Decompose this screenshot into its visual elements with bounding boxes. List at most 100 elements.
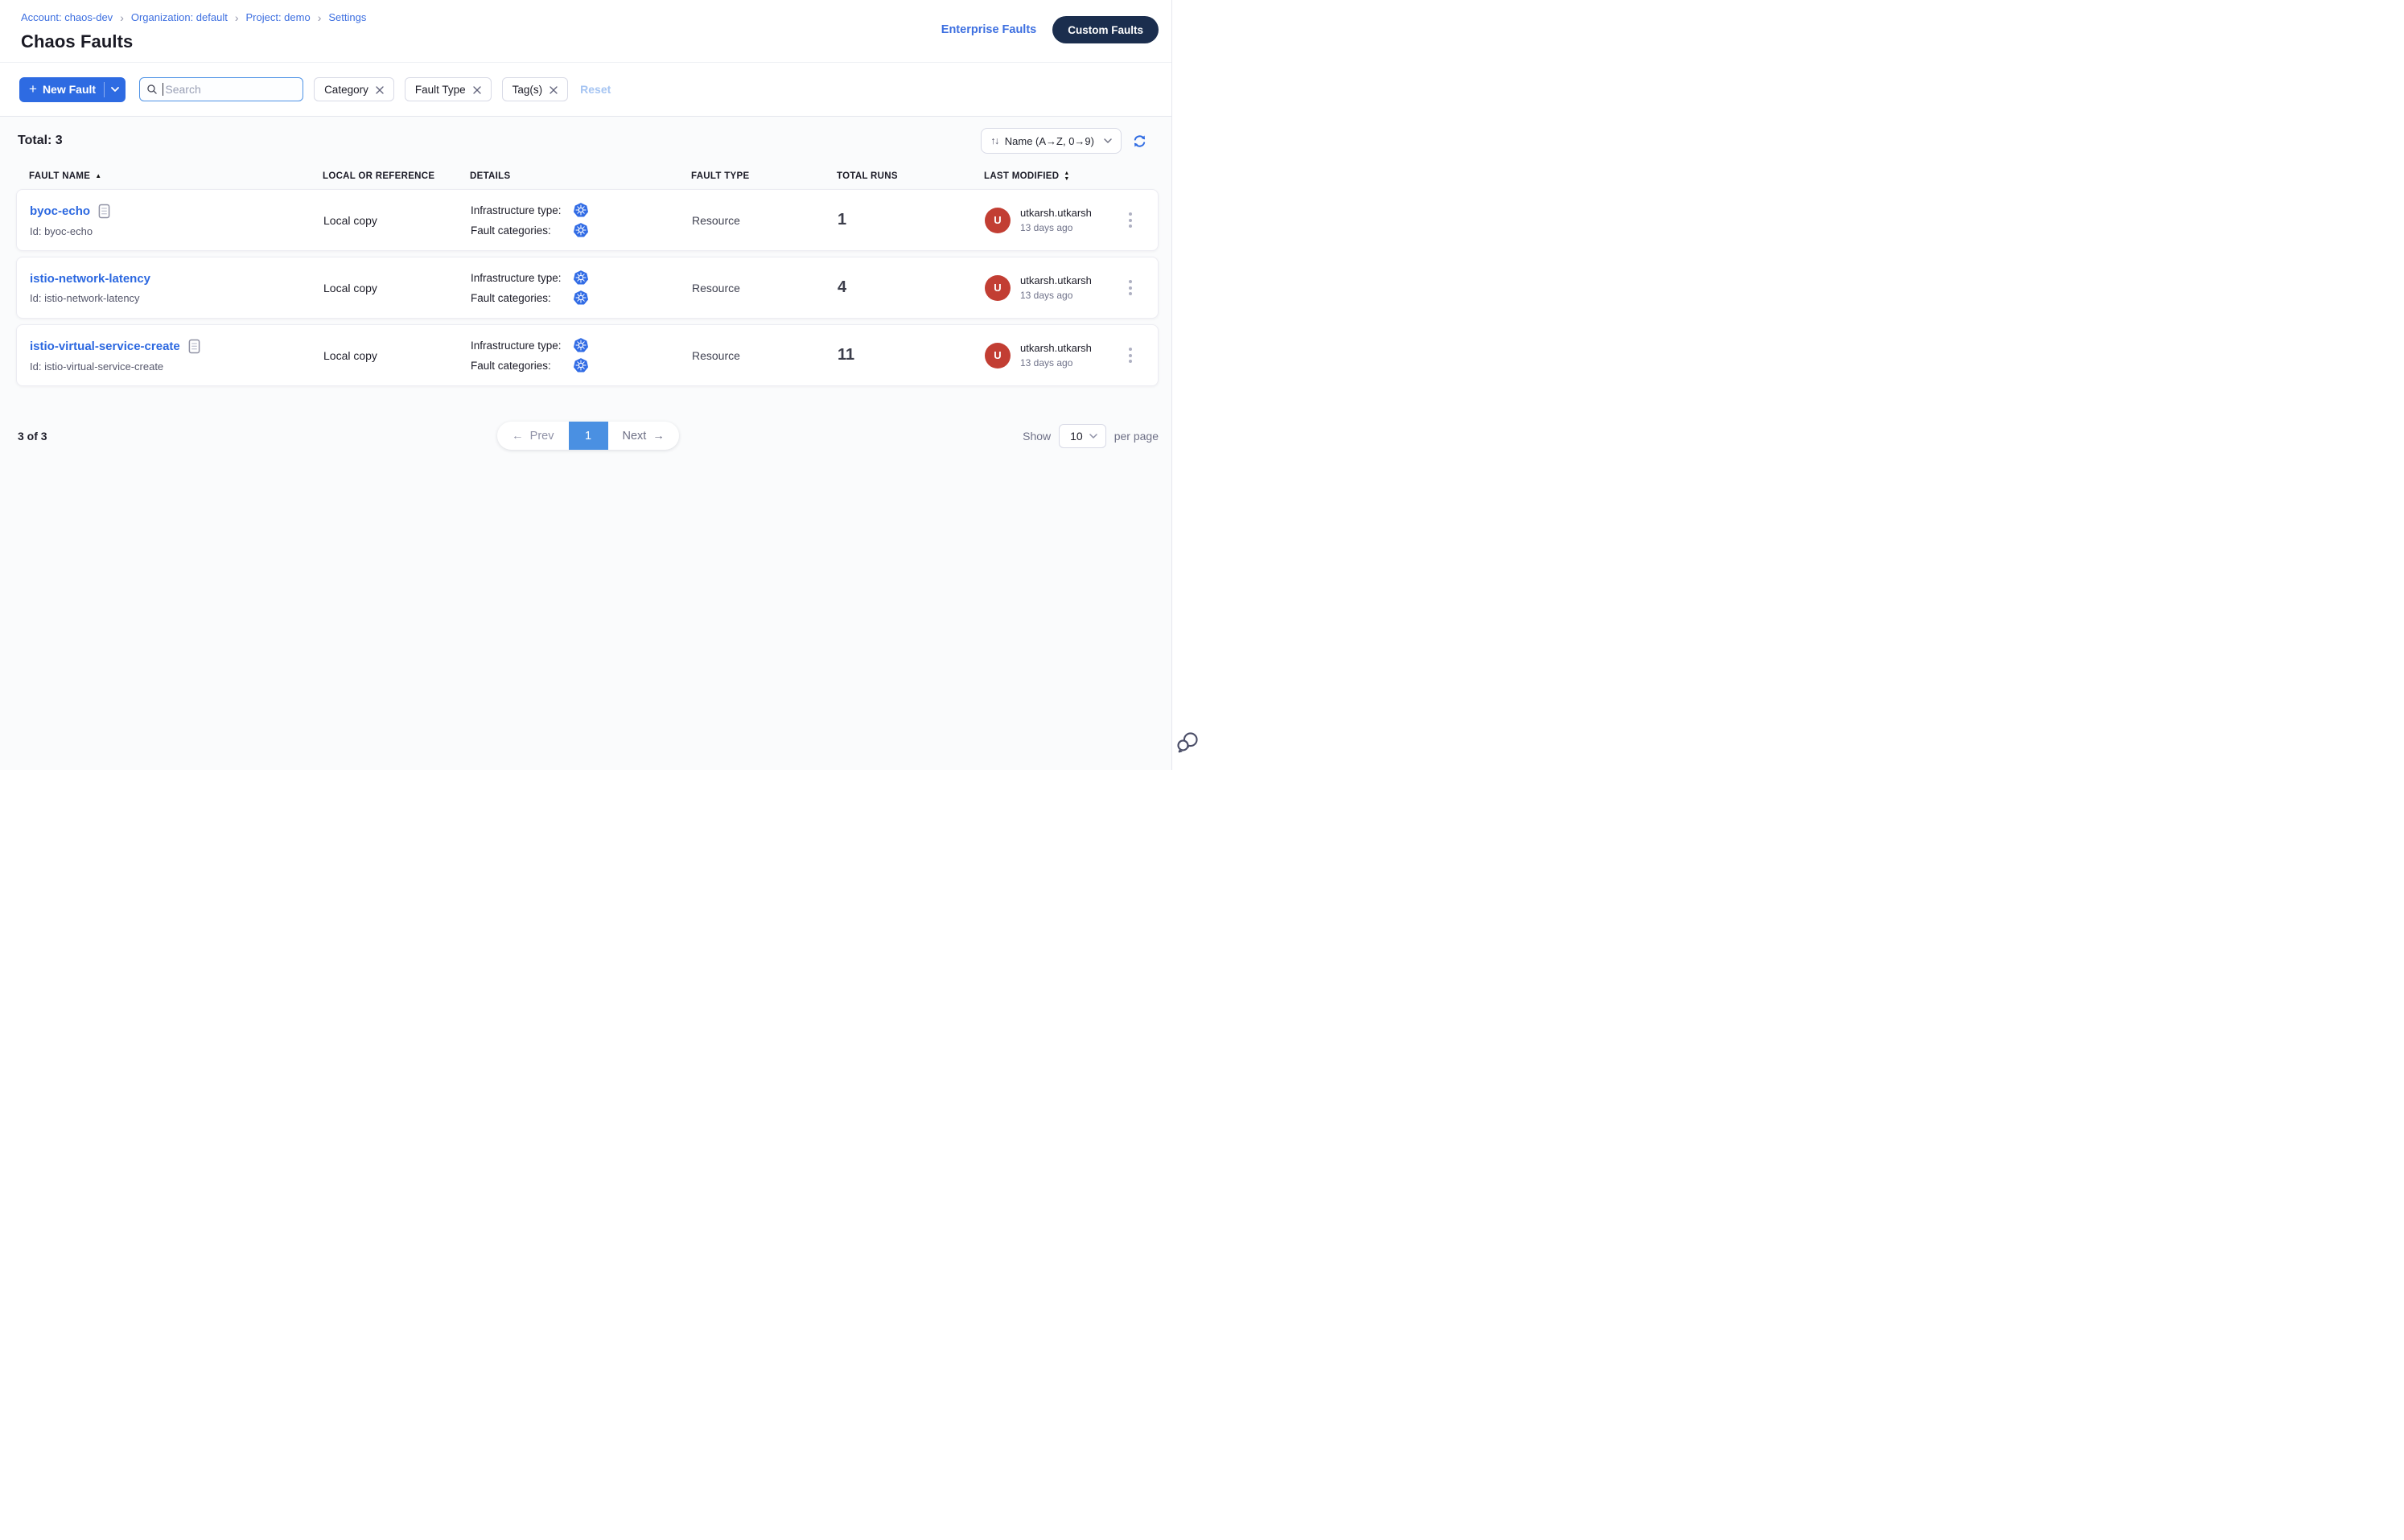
column-label: LAST MODIFIED	[984, 171, 1059, 181]
row-menu-button[interactable]	[1126, 277, 1135, 299]
sort-dropdown[interactable]: ↑↓ Name (A→Z, 0→9)	[981, 128, 1122, 154]
custom-faults-button[interactable]: Custom Faults	[1052, 16, 1159, 43]
search-box	[139, 77, 303, 101]
current-page-button[interactable]: 1	[569, 422, 608, 450]
fault-type-value: Resource	[692, 214, 838, 227]
local-or-reference-value: Local copy	[323, 349, 471, 362]
pagination: ← Prev 1 Next →	[497, 422, 679, 450]
plus-icon: +	[29, 82, 37, 96]
chevron-down-icon	[1089, 434, 1097, 439]
modified-time: 13 days ago	[1020, 357, 1092, 369]
main-column: Account: chaos-dev › Organization: defau…	[0, 0, 1171, 770]
breadcrumb-settings[interactable]: Settings	[328, 11, 366, 23]
column-label: FAULT TYPE	[691, 171, 749, 181]
column-header-last-modified[interactable]: LAST MODIFIED ▲▼	[984, 171, 1159, 181]
close-icon[interactable]	[473, 86, 481, 94]
kubernetes-icon	[574, 290, 588, 305]
next-page-button[interactable]: Next →	[608, 422, 679, 450]
avatar: U	[985, 208, 1011, 233]
row-menu-button[interactable]	[1126, 209, 1135, 231]
column-header-local-or-reference: LOCAL OR REFERENCE	[323, 171, 470, 181]
column-label: FAULT NAME	[29, 171, 90, 181]
refresh-icon	[1132, 134, 1147, 149]
breadcrumb-organization[interactable]: Organization: default	[131, 11, 228, 23]
close-icon[interactable]	[376, 86, 384, 94]
details-cell: Infrastructure type: Fault categories:	[471, 270, 692, 305]
page-size-value: 10	[1070, 430, 1083, 443]
modified-by: utkarsh.utkarsh	[1020, 342, 1092, 354]
header-actions: Enterprise Faults Custom Faults	[941, 16, 1159, 43]
chip-label: Fault Type	[415, 84, 466, 96]
search-icon	[146, 83, 158, 96]
row-menu-button[interactable]	[1126, 344, 1135, 366]
fault-name-cell: byoc-echo Id: byoc-echo	[30, 204, 323, 237]
description-icon[interactable]	[188, 339, 200, 354]
fault-id: Id: byoc-echo	[30, 225, 323, 237]
description-icon[interactable]	[98, 204, 110, 219]
fault-id: Id: istio-network-latency	[30, 292, 323, 304]
fault-name-link[interactable]: byoc-echo	[30, 204, 90, 218]
total-runs-value: 4	[838, 278, 985, 297]
help-chat-button[interactable]	[1175, 730, 1200, 756]
show-label: Show	[1023, 430, 1051, 443]
table-row[interactable]: istio-virtual-service-create Id: istio-v…	[16, 324, 1159, 386]
filter-chip-fault-type[interactable]: Fault Type	[405, 77, 492, 101]
chevron-right-icon: ›	[120, 12, 124, 23]
infrastructure-type-label: Infrastructure type:	[471, 204, 574, 216]
next-label: Next	[623, 430, 647, 443]
chevron-down-icon	[1104, 138, 1112, 143]
details-cell: Infrastructure type: Fault categories:	[471, 203, 692, 237]
chevron-down-icon	[111, 87, 119, 92]
local-or-reference-value: Local copy	[323, 214, 471, 227]
last-modified-cell: U utkarsh.utkarsh 13 days ago	[985, 274, 1158, 301]
sort-updown-icon: ↑↓	[990, 135, 998, 146]
refresh-button[interactable]	[1132, 134, 1147, 149]
details-cell: Infrastructure type: Fault categories:	[471, 338, 692, 373]
column-label: DETAILS	[470, 171, 510, 181]
fault-type-value: Resource	[692, 282, 838, 294]
content-area: Total: 3 ↑↓ Name (A→Z, 0→9) FAULT NAME	[0, 117, 1171, 770]
breadcrumb-project[interactable]: Project: demo	[246, 11, 311, 23]
filter-chip-category[interactable]: Category	[314, 77, 394, 101]
modified-time: 13 days ago	[1020, 290, 1092, 301]
prev-page-button[interactable]: ← Prev	[497, 422, 568, 450]
toolbar: + New Fault Category Fault T	[0, 63, 1171, 117]
filter-chip-tags[interactable]: Tag(s)	[502, 77, 569, 101]
page-size-control: Show 10 per page	[1023, 424, 1159, 448]
controls-right: ↑↓ Name (A→Z, 0→9)	[981, 128, 1147, 154]
chip-label: Category	[324, 84, 368, 96]
avatar: U	[985, 343, 1011, 369]
column-header-details: DETAILS	[470, 171, 691, 181]
page-size-dropdown[interactable]: 10	[1059, 424, 1106, 448]
per-page-label: per page	[1114, 430, 1159, 443]
right-rail	[1171, 0, 1202, 770]
prev-label: Prev	[530, 430, 554, 443]
search-input[interactable]	[165, 83, 296, 96]
fault-name-cell: istio-network-latency Id: istio-network-…	[30, 272, 323, 304]
kubernetes-icon	[574, 338, 588, 352]
total-count: Total: 3	[18, 134, 63, 148]
new-fault-button[interactable]: + New Fault	[19, 77, 104, 102]
fault-name-cell: istio-virtual-service-create Id: istio-v…	[30, 339, 323, 373]
table-header-row: FAULT NAME ▲ LOCAL OR REFERENCE DETAILS …	[16, 171, 1159, 181]
filter-chips: Category Fault Type Tag(s)	[314, 77, 568, 101]
fault-name-link[interactable]: istio-network-latency	[30, 272, 150, 286]
column-label: TOTAL RUNS	[837, 171, 898, 181]
kubernetes-icon	[574, 358, 588, 373]
fault-categories-label: Fault categories:	[471, 360, 574, 372]
close-icon[interactable]	[550, 86, 558, 94]
column-header-fault-type: FAULT TYPE	[691, 171, 837, 181]
sort-both-icon: ▲▼	[1064, 171, 1069, 181]
faults-table: FAULT NAME ▲ LOCAL OR REFERENCE DETAILS …	[16, 171, 1159, 386]
table-row[interactable]: byoc-echo Id: byoc-echo Local copy Infra…	[16, 189, 1159, 251]
table-row[interactable]: istio-network-latency Id: istio-network-…	[16, 257, 1159, 319]
kubernetes-icon	[574, 270, 588, 285]
page-header: Account: chaos-dev › Organization: defau…	[0, 0, 1171, 63]
page-summary: 3 of 3	[18, 430, 497, 443]
reset-filters-button[interactable]: Reset	[580, 83, 611, 96]
new-fault-dropdown-toggle[interactable]	[105, 77, 126, 102]
enterprise-faults-link[interactable]: Enterprise Faults	[941, 23, 1036, 36]
column-header-fault-name[interactable]: FAULT NAME ▲	[29, 171, 323, 181]
breadcrumb-account[interactable]: Account: chaos-dev	[21, 11, 113, 23]
fault-name-link[interactable]: istio-virtual-service-create	[30, 340, 180, 353]
